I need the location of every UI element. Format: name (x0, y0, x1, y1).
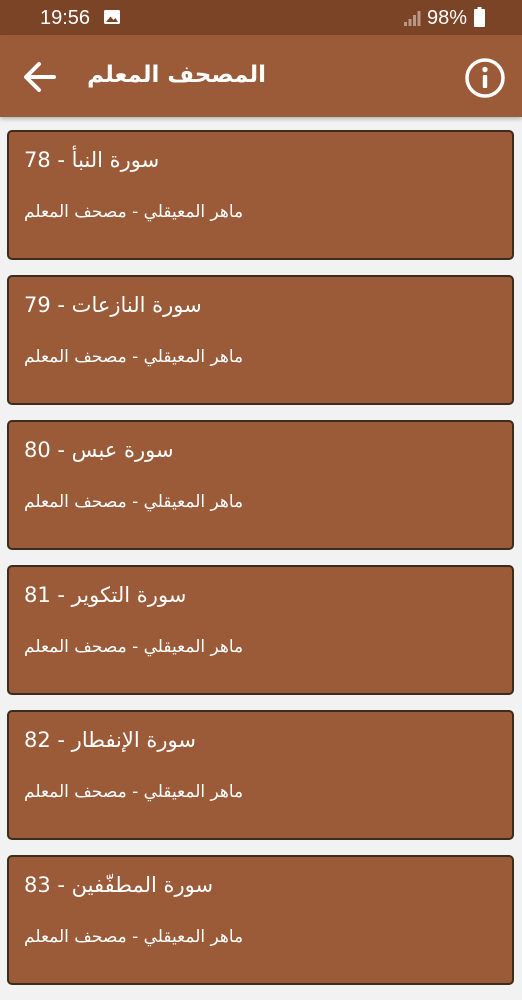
surah-number: 81 (24, 583, 51, 607)
surah-title: 82 - سورة الإنفطار (24, 728, 196, 752)
surah-card-81[interactable]: 81 - سورة التكوير ماهر المعيقلي - مصحف ا… (7, 565, 514, 695)
surah-number: 80 (24, 438, 51, 462)
status-time: 19:56 (40, 7, 91, 29)
surah-name: سورة التكوير (71, 583, 187, 607)
surah-subtitle: ماهر المعيقلي - مصحف المعلم (24, 492, 244, 512)
image-icon (104, 10, 120, 24)
surah-number: 79 (24, 293, 51, 317)
app-bar: المصحف المعلم (0, 35, 522, 117)
surah-title: 83 - سورة المطفّفين (24, 873, 214, 897)
surah-subtitle: ماهر المعيقلي - مصحف المعلم (24, 637, 244, 657)
surah-card-82[interactable]: 82 - سورة الإنفطار ماهر المعيقلي - مصحف … (7, 710, 514, 840)
surah-card-83[interactable]: 83 - سورة المطفّفين ماهر المعيقلي - مصحف… (7, 855, 514, 985)
battery-icon (474, 7, 485, 27)
arrow-left-icon[interactable] (18, 55, 62, 99)
surah-subtitle: ماهر المعيقلي - مصحف المعلم (24, 927, 244, 947)
signal-icon (404, 11, 421, 26)
surah-name: سورة الإنفطار (71, 728, 196, 752)
surah-subtitle: ماهر المعيقلي - مصحف المعلم (24, 347, 244, 367)
surah-title: 79 - سورة النازعات (24, 293, 202, 317)
status-bar: 19:56 98% (0, 0, 522, 35)
surah-card-80[interactable]: 80 - سورة عبس ماهر المعيقلي - مصحف المعل… (7, 420, 514, 550)
surah-name: سورة النازعات (71, 293, 202, 317)
surah-name: سورة عبس (71, 438, 174, 462)
surah-title: 81 - سورة التكوير (24, 583, 187, 607)
surah-number: 82 (24, 728, 51, 752)
surah-subtitle: ماهر المعيقلي - مصحف المعلم (24, 782, 244, 802)
surah-list[interactable]: 78 - سورة النبأ ماهر المعيقلي - مصحف الم… (0, 117, 522, 1000)
battery-percent: 98% (427, 7, 468, 29)
surah-title: 80 - سورة عبس (24, 438, 174, 462)
surah-number: 83 (24, 873, 51, 897)
surah-name: سورة المطفّفين (71, 873, 214, 897)
surah-title: 78 - سورة النبأ (24, 148, 160, 172)
surah-name: سورة النبأ (71, 148, 160, 172)
surah-number: 78 (24, 148, 51, 172)
surah-card-78[interactable]: 78 - سورة النبأ ماهر المعيقلي - مصحف الم… (7, 130, 514, 260)
surah-subtitle: ماهر المعيقلي - مصحف المعلم (24, 202, 244, 222)
info-icon[interactable] (463, 56, 507, 100)
surah-card-79[interactable]: 79 - سورة النازعات ماهر المعيقلي - مصحف … (7, 275, 514, 405)
page-title: المصحف المعلم (87, 62, 266, 88)
